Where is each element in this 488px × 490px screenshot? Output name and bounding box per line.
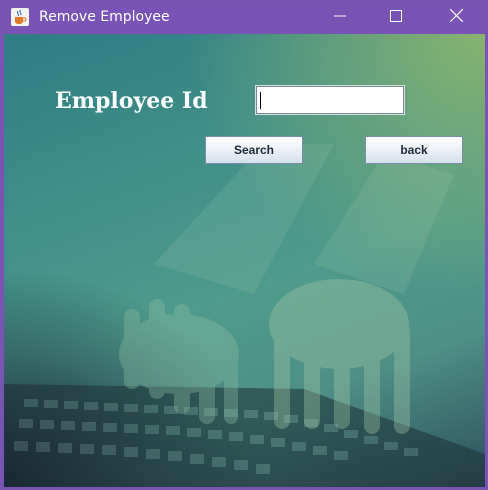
close-icon <box>449 8 463 27</box>
search-button[interactable]: Search <box>205 136 303 164</box>
remove-employee-window: Remove Employee Employee Id Search back <box>0 0 488 490</box>
close-button[interactable] <box>433 1 479 34</box>
back-button[interactable]: back <box>365 136 463 164</box>
title-bar[interactable]: Remove Employee <box>1 1 487 34</box>
employee-id-input[interactable] <box>255 85 405 115</box>
minimize-icon <box>334 9 346 27</box>
form-panel: Employee Id Search back <box>4 34 485 487</box>
window-title: Remove Employee <box>39 9 170 25</box>
maximize-button[interactable] <box>373 1 419 34</box>
text-caret <box>260 92 261 109</box>
maximize-icon <box>390 9 402 27</box>
java-cup-icon <box>11 8 29 26</box>
employee-id-label: Employee Id <box>55 88 208 114</box>
minimize-button[interactable] <box>317 1 363 34</box>
